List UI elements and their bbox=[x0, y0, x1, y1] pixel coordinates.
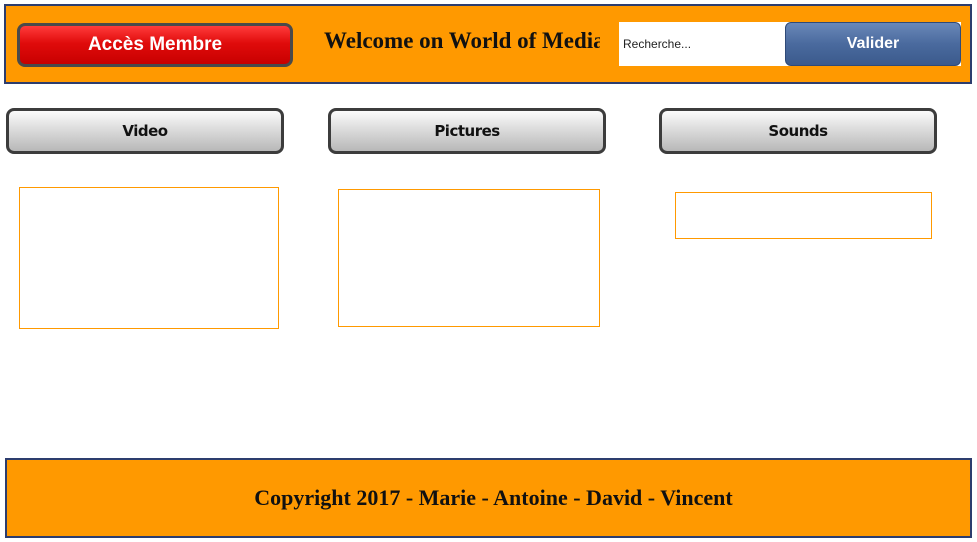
copyright-text: Copyright 2017 - Marie - Antoine - David… bbox=[254, 485, 733, 510]
search-input[interactable] bbox=[619, 22, 789, 66]
search-submit-button[interactable]: Valider bbox=[785, 22, 961, 66]
video-category-button[interactable]: Video bbox=[6, 108, 284, 154]
video-panel bbox=[19, 187, 279, 329]
pictures-category-button[interactable]: Pictures bbox=[328, 108, 606, 154]
search-form: Valider bbox=[619, 22, 961, 66]
member-access-button[interactable]: Accès Membre bbox=[17, 23, 293, 67]
footer-bar: Copyright 2017 - Marie - Antoine - David… bbox=[5, 458, 972, 538]
header-bar: Accès Membre Welcome on World of Media V… bbox=[4, 4, 972, 84]
sounds-panel bbox=[675, 192, 932, 239]
pictures-panel bbox=[338, 189, 600, 327]
sounds-category-button[interactable]: Sounds bbox=[659, 108, 937, 154]
site-title: Welcome on World of Media bbox=[324, 28, 600, 53]
